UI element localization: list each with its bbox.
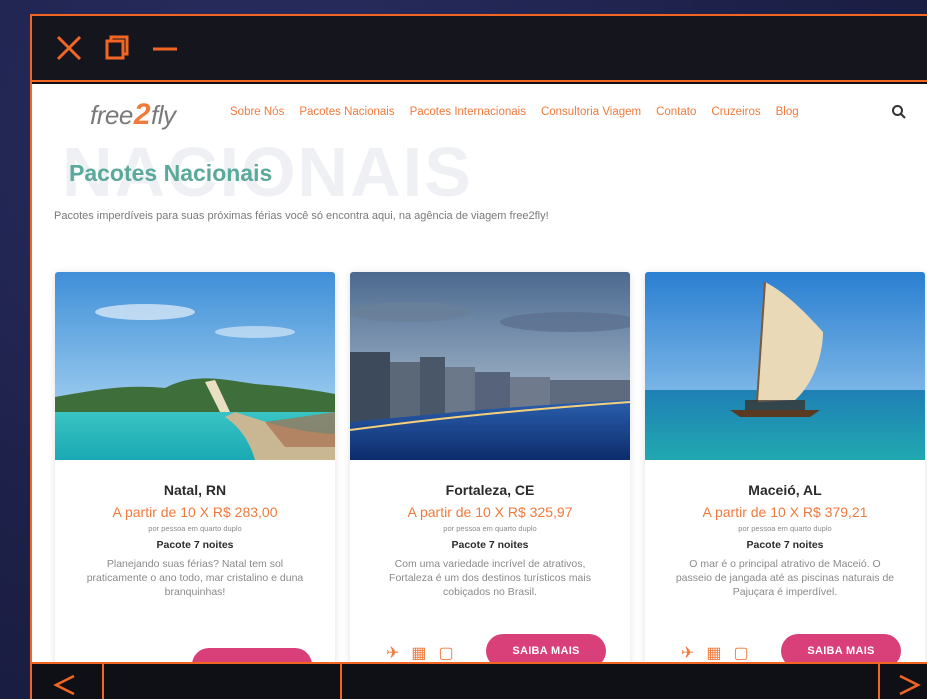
card-footer xyxy=(55,634,335,662)
bottom-nav-bar xyxy=(32,662,927,699)
card-price-note: por pessoa em quarto duplo xyxy=(443,524,537,533)
package-card-fortaleza[interactable]: Fortaleza, CE A partir de 10 X R$ 325,97… xyxy=(350,272,630,662)
minimize-icon[interactable] xyxy=(148,31,182,65)
site-logo[interactable]: free 2 fly xyxy=(90,98,176,132)
nav-item-contato[interactable]: Contato xyxy=(656,106,696,118)
card-city: Maceió, AL xyxy=(748,482,822,498)
card-price: A partir de 10 X R$ 325,97 xyxy=(407,504,573,520)
saiba-mais-button[interactable] xyxy=(192,648,312,662)
card-price: A partir de 10 X R$ 283,00 xyxy=(112,504,278,520)
nav-item-pacotes-nacionais[interactable]: Pacotes Nacionais xyxy=(299,106,394,118)
card-service-icons: ✈ ▦ ▢ xyxy=(386,646,454,662)
bottom-divider xyxy=(340,664,342,699)
card-nights: Pacote 7 noites xyxy=(156,539,234,551)
card-footer: ✈ ▦ ▢ SAIBA MAIS xyxy=(350,634,630,662)
card-service-icons: ✈ ▦ ▢ xyxy=(681,646,749,662)
logo-text-mid: 2 xyxy=(133,98,151,131)
nav-item-consultoria-viagem[interactable]: Consultoria Viagem xyxy=(541,106,641,118)
nav-item-blog[interactable]: Blog xyxy=(776,106,799,118)
app-window: free 2 fly Sobre Nós Pacotes Nacionais Pac… xyxy=(30,14,927,699)
chevron-left-icon[interactable] xyxy=(50,670,80,699)
plane-icon: ✈ xyxy=(386,645,400,662)
saiba-mais-button[interactable]: SAIBA MAIS xyxy=(486,634,606,662)
window-titlebar xyxy=(32,16,927,82)
card-price-note: por pessoa em quarto duplo xyxy=(738,524,832,533)
bottom-divider xyxy=(878,664,880,699)
card-nights: Pacote 7 noites xyxy=(746,539,824,551)
logo-text-right: fly xyxy=(151,100,176,130)
hotel-icon: ▦ xyxy=(706,645,722,662)
bottom-divider xyxy=(102,664,104,699)
restore-icon[interactable] xyxy=(100,31,134,65)
card-nights: Pacote 7 noites xyxy=(451,539,529,551)
card-price: A partir de 10 X R$ 379,21 xyxy=(702,504,868,520)
natal-beach-image xyxy=(55,272,335,460)
plane-icon: ✈ xyxy=(681,645,695,662)
hotel-icon: ▦ xyxy=(411,645,427,662)
chevron-right-icon[interactable] xyxy=(894,670,924,699)
transfer-icon: ▢ xyxy=(438,645,454,662)
close-icon[interactable] xyxy=(52,31,86,65)
nav-item-cruzeiros[interactable]: Cruzeiros xyxy=(711,106,760,118)
transfer-icon: ▢ xyxy=(733,645,749,662)
card-description: Com uma variedade incrível de atrativos,… xyxy=(389,558,591,599)
nav-item-pacotes-internacionais[interactable]: Pacotes Internacionais xyxy=(410,106,526,118)
maceio-sailboat-image xyxy=(645,272,925,460)
package-card-maceio[interactable]: Maceió, AL A partir de 10 X R$ 379,21 po… xyxy=(645,272,925,662)
card-footer: ✈ ▦ ▢ SAIBA MAIS xyxy=(645,634,925,662)
card-description: Planejando suas férias? Natal tem sol pr… xyxy=(86,558,304,599)
card-city: Fortaleza, CE xyxy=(445,482,535,498)
browser-viewport: free 2 fly Sobre Nós Pacotes Nacionais Pac… xyxy=(32,84,927,662)
page-description: Pacotes imperdíveis para suas próximas f… xyxy=(54,210,549,222)
page-title: Pacotes Nacionais xyxy=(69,160,273,186)
logo-text-left: free xyxy=(90,100,133,130)
package-card-natal[interactable]: Natal, RN A partir de 10 X R$ 283,00 por… xyxy=(55,272,335,662)
nav-item-sobre-nos[interactable]: Sobre Nós xyxy=(230,106,284,118)
search-icon[interactable] xyxy=(891,104,909,122)
saiba-mais-button[interactable]: SAIBA MAIS xyxy=(781,634,901,662)
fortaleza-city-image xyxy=(350,272,630,460)
nav-menu: Sobre Nós Pacotes Nacionais Pacotes Inte… xyxy=(230,106,799,118)
card-description: O mar é o principal atrativo de Maceió. … xyxy=(675,558,895,599)
card-price-note: por pessoa em quarto duplo xyxy=(148,524,242,533)
card-city: Natal, RN xyxy=(163,482,227,498)
